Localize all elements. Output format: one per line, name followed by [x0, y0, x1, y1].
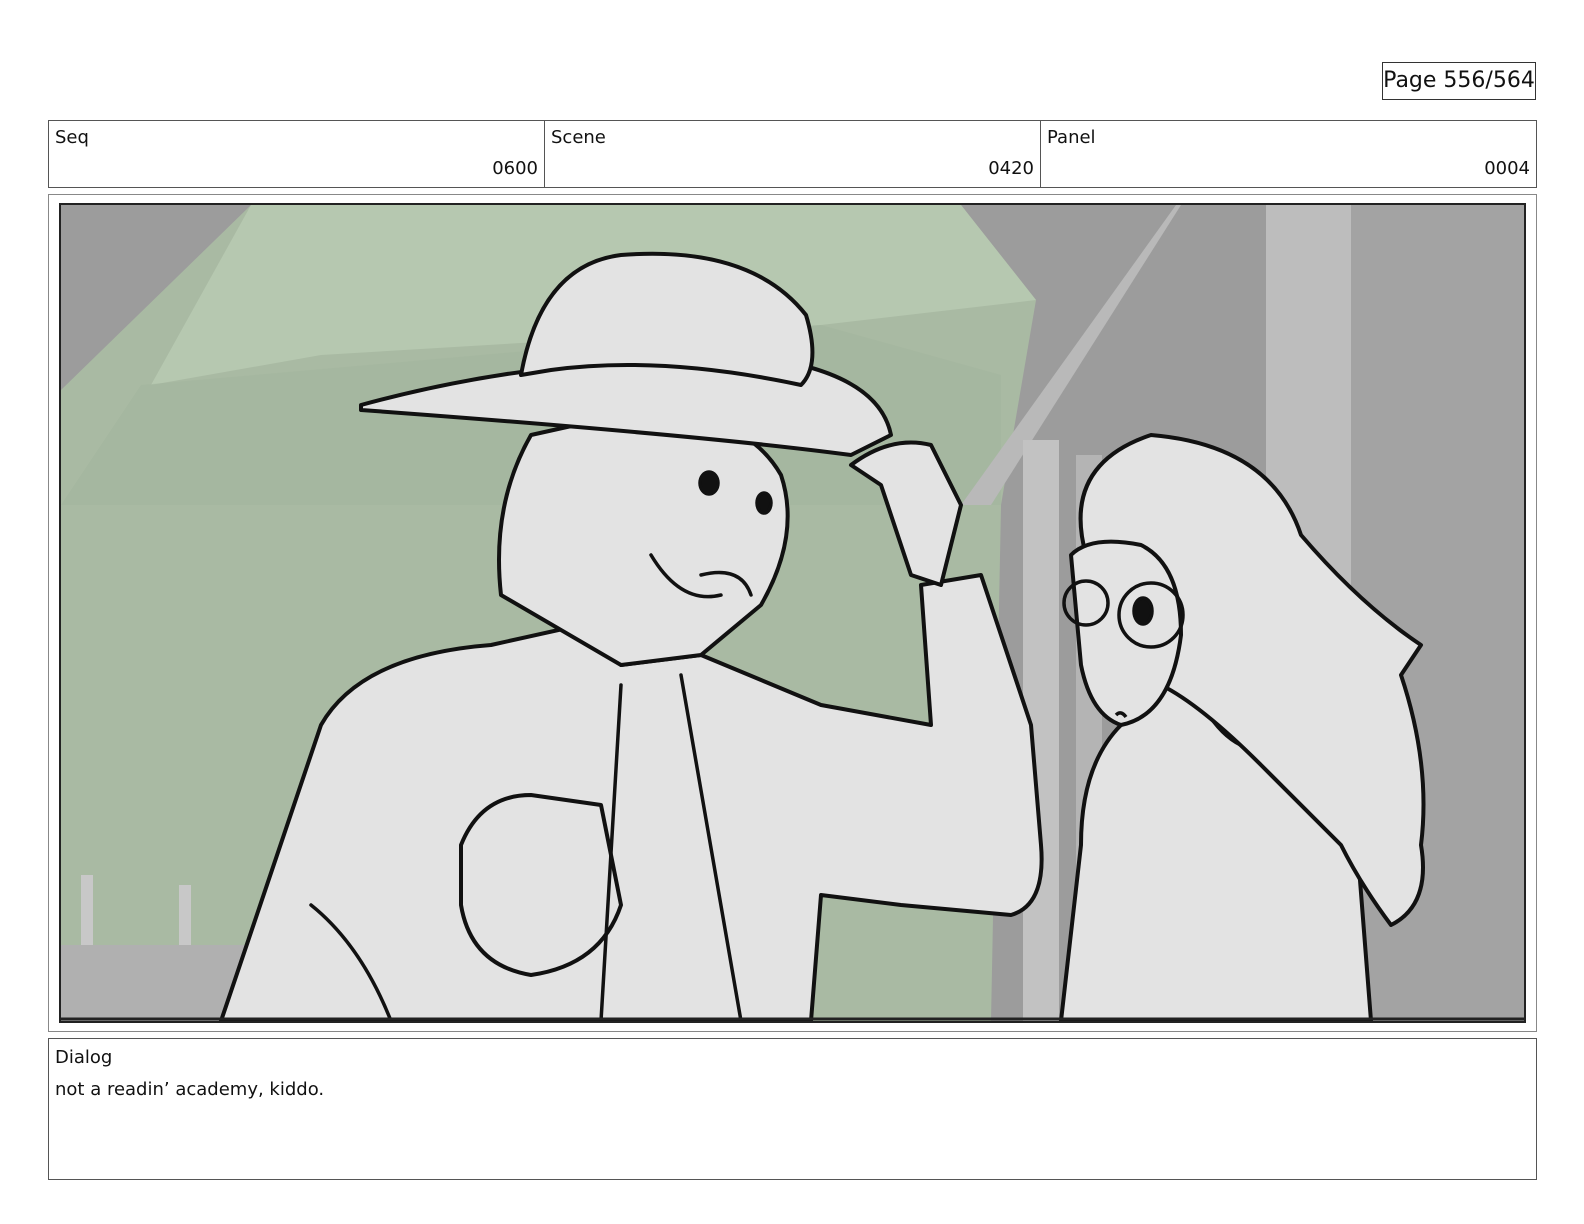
seq-label: Seq [55, 127, 89, 148]
storyboard-sketch-image [59, 203, 1526, 1023]
panel-label: Panel [1047, 127, 1096, 148]
page-number-badge: Page 556/564 [1382, 62, 1536, 100]
seq-value: 0600 [492, 158, 538, 179]
dialog-box: Dialog not a readin’ academy, kiddo. [48, 1038, 1537, 1180]
sketch-illustration [61, 205, 1524, 1021]
dialog-label: Dialog [55, 1047, 113, 1068]
scene-cell: Scene 0420 [545, 121, 1041, 187]
panel-value: 0004 [1484, 158, 1530, 179]
seq-cell: Seq 0600 [49, 121, 545, 187]
scene-label: Scene [551, 127, 606, 148]
storyboard-panel-frame [48, 194, 1537, 1032]
panel-info-header: Seq 0600 Scene 0420 Panel 0004 [48, 120, 1537, 188]
panel-cell: Panel 0004 [1041, 121, 1536, 187]
dialog-text: not a readin’ academy, kiddo. [55, 1079, 325, 1100]
scene-value: 0420 [988, 158, 1034, 179]
